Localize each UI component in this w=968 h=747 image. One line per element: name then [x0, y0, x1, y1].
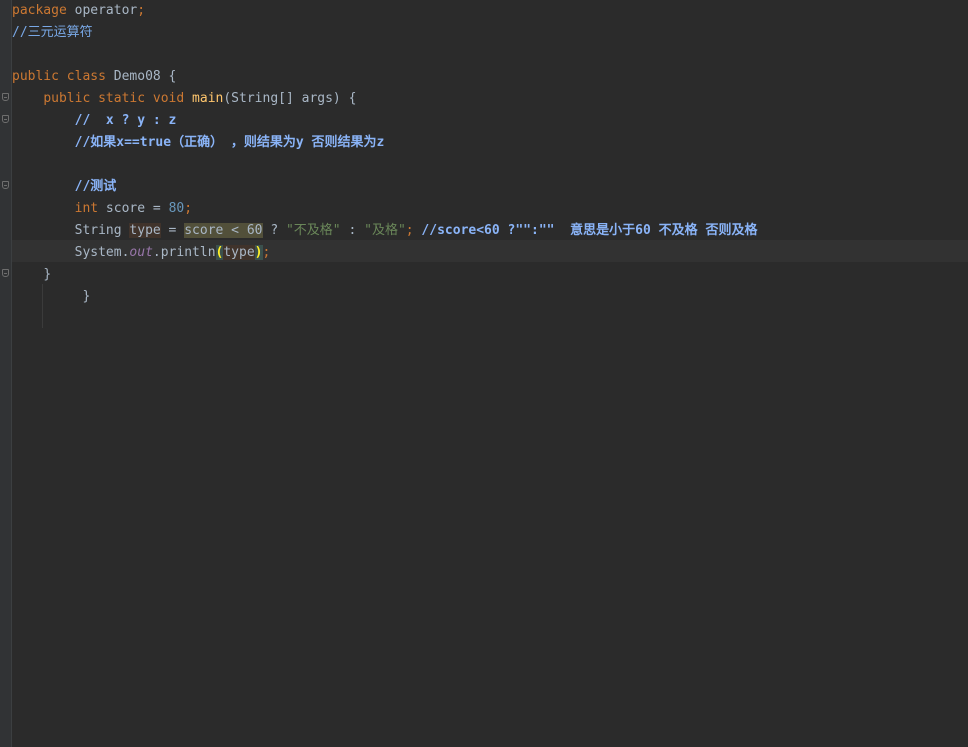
code-line[interactable]: String type = score < 60 ? "不及格" : "及格";… — [12, 220, 757, 242]
fold-marker-icon[interactable] — [2, 269, 9, 277]
code-line[interactable]: //如果x==true（正确） ，则结果为y 否则结果为z — [12, 132, 385, 154]
type-name: String — [74, 223, 130, 238]
keyword: static — [98, 91, 146, 106]
code-line[interactable]: int score = 80; — [12, 198, 192, 220]
condition-highlight[interactable]: score < 60 — [184, 223, 263, 238]
keyword: public — [12, 69, 59, 84]
semicolon: ; — [137, 3, 146, 18]
semicolon: ; — [262, 245, 271, 260]
method-name: main — [192, 91, 224, 106]
method-call: .println — [152, 245, 216, 260]
variable-highlight[interactable]: type — [129, 223, 161, 238]
static-field: out — [129, 245, 153, 260]
code-line[interactable]: } — [12, 286, 90, 308]
code-line[interactable]: System.out.println(type); — [12, 242, 270, 264]
keyword: void — [152, 91, 185, 106]
semicolon: ; — [184, 201, 193, 216]
method-signature: (String[] args) { — [223, 91, 357, 106]
operator: = — [160, 223, 185, 238]
operator: ? — [262, 223, 286, 238]
string-literal: "及格" — [364, 223, 406, 238]
semicolon: ; — [405, 223, 414, 238]
fold-marker-icon[interactable] — [2, 93, 9, 101]
closing-brace: } — [43, 267, 52, 282]
comment: // x ? y : z — [74, 113, 177, 128]
code-line[interactable]: //三元运算符 — [12, 22, 93, 44]
keyword: package — [12, 3, 67, 18]
keyword: int — [74, 201, 99, 216]
variable-highlight[interactable]: type — [223, 245, 255, 260]
keyword: class — [66, 69, 106, 84]
closing-brace: } — [82, 289, 91, 304]
keyword: public — [43, 91, 91, 106]
class-name: Demo08 { — [105, 69, 177, 84]
comment: //如果x==true（正确） ，则结果为y 否则结果为z — [74, 135, 385, 150]
code-line[interactable]: } — [12, 264, 51, 286]
operator: : — [340, 223, 365, 238]
code-line[interactable]: public static void main(String[] args) { — [12, 88, 356, 110]
string-literal: "不及格" — [285, 223, 341, 238]
fold-marker-icon[interactable] — [2, 115, 9, 123]
variable-declaration: score = — [98, 201, 169, 216]
code-editor[interactable]: package operator; //三元运算符 public class D… — [0, 0, 968, 747]
number-literal: 80 — [168, 201, 185, 216]
code-line[interactable]: // x ? y : z — [12, 110, 177, 132]
code-line[interactable]: //测试 — [12, 176, 117, 198]
code-line[interactable]: public class Demo08 { — [12, 66, 176, 88]
paren-match: ) — [254, 245, 263, 260]
class-reference: System. — [74, 245, 130, 260]
fold-marker-icon[interactable] — [2, 181, 9, 189]
comment: //三元运算符 — [12, 25, 93, 40]
editor-gutter[interactable] — [0, 0, 12, 747]
package-name: operator — [66, 3, 138, 18]
comment: //score<60 ?"":"" 意思是小于60 不及格 否则及格 — [413, 223, 758, 238]
code-line[interactable]: package operator; — [12, 0, 145, 22]
comment: //测试 — [74, 179, 117, 194]
